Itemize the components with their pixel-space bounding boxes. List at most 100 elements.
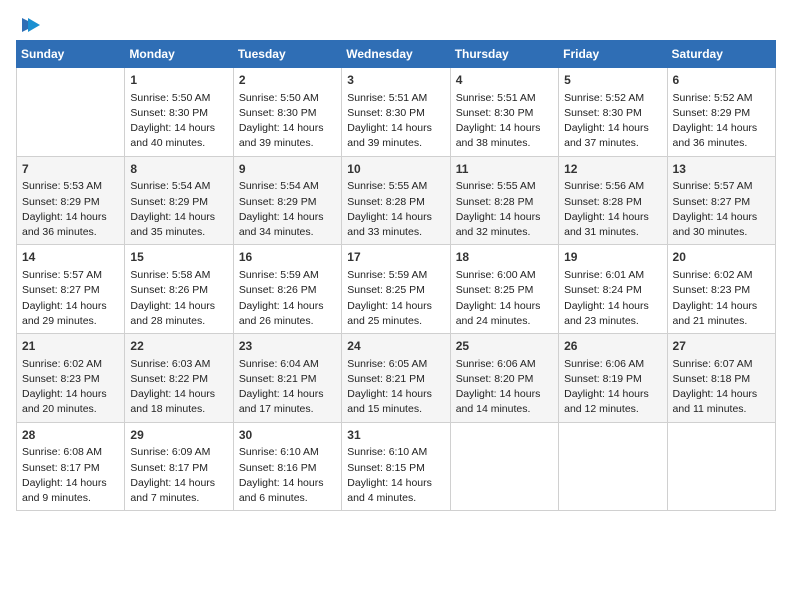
day-info: Sunrise: 6:07 AM Sunset: 8:18 PM Dayligh… <box>673 357 770 418</box>
logo-icon <box>18 14 40 36</box>
day-info: Sunrise: 6:04 AM Sunset: 8:21 PM Dayligh… <box>239 357 336 418</box>
calendar-day-cell: 2 Sunrise: 5:50 AM Sunset: 8:30 PM Daylig… <box>233 68 341 157</box>
calendar-day-cell: 29Sunrise: 6:09 AM Sunset: 8:17 PM Dayli… <box>125 422 233 511</box>
day-number: 25 <box>456 338 553 355</box>
calendar-day-cell <box>667 422 775 511</box>
calendar-week-row: 28Sunrise: 6:08 AM Sunset: 8:17 PM Dayli… <box>17 422 776 511</box>
calendar-table: SundayMondayTuesdayWednesdayThursdayFrid… <box>16 40 776 511</box>
day-number: 23 <box>239 338 336 355</box>
calendar-day-cell: 8Sunrise: 5:54 AM Sunset: 8:29 PM Daylig… <box>125 156 233 245</box>
calendar-week-row: 7Sunrise: 5:53 AM Sunset: 8:29 PM Daylig… <box>17 156 776 245</box>
calendar-day-cell: 19 Sunrise: 6:01 AM Sunset: 8:24 PM Dayli… <box>559 245 667 334</box>
calendar-day-cell: 17 Sunrise: 5:59 AM Sunset: 8:25 PM Dayli… <box>342 245 450 334</box>
day-info: Sunrise: 5:57 AM Sunset: 8:27 PM Dayligh… <box>673 179 770 240</box>
day-info: Sunrise: 6:09 AM Sunset: 8:17 PM Dayligh… <box>130 445 227 506</box>
day-info: Sunrise: 6:10 AM Sunset: 8:15 PM Dayligh… <box>347 445 444 506</box>
day-header-wednesday: Wednesday <box>342 41 450 68</box>
day-info: Sunrise: 5:57 AM Sunset: 8:27 PM Dayligh… <box>22 268 119 329</box>
day-header-thursday: Thursday <box>450 41 558 68</box>
calendar-day-cell: 4Sunrise: 5:51 AM Sunset: 8:30 PM Daylig… <box>450 68 558 157</box>
day-info: Sunrise: 5:56 AM Sunset: 8:28 PM Dayligh… <box>564 179 661 240</box>
day-info: Sunrise: 5:59 AM Sunset: 8:25 PM Dayligh… <box>347 268 444 329</box>
day-info: Sunrise: 5:50 AM Sunset: 8:30 PM Dayligh… <box>130 91 227 152</box>
day-number: 28 <box>22 427 119 444</box>
day-info: Sunrise: 6:02 AM Sunset: 8:23 PM Dayligh… <box>22 357 119 418</box>
day-info: Sunrise: 6:06 AM Sunset: 8:19 PM Dayligh… <box>564 357 661 418</box>
calendar-day-cell: 30Sunrise: 6:10 AM Sunset: 8:16 PM Dayli… <box>233 422 341 511</box>
day-header-monday: Monday <box>125 41 233 68</box>
calendar-week-row: 14 Sunrise: 5:57 AM Sunset: 8:27 PM Dayli… <box>17 245 776 334</box>
day-header-friday: Friday <box>559 41 667 68</box>
calendar-day-cell: 23 Sunrise: 6:04 AM Sunset: 8:21 PM Dayli… <box>233 334 341 423</box>
day-info: Sunrise: 6:00 AM Sunset: 8:25 PM Dayligh… <box>456 268 553 329</box>
day-number: 16 <box>239 249 336 266</box>
calendar-day-cell: 22 Sunrise: 6:03 AM Sunset: 8:22 PM Dayli… <box>125 334 233 423</box>
day-number: 24 <box>347 338 444 355</box>
calendar-day-cell <box>450 422 558 511</box>
calendar-day-cell: 1 Sunrise: 5:50 AM Sunset: 8:30 PM Daylig… <box>125 68 233 157</box>
calendar-week-row: 21 Sunrise: 6:02 AM Sunset: 8:23 PM Dayli… <box>17 334 776 423</box>
day-number: 10 <box>347 161 444 178</box>
day-info: Sunrise: 5:58 AM Sunset: 8:26 PM Dayligh… <box>130 268 227 329</box>
calendar-day-cell: 16 Sunrise: 5:59 AM Sunset: 8:26 PM Dayli… <box>233 245 341 334</box>
day-header-saturday: Saturday <box>667 41 775 68</box>
day-number: 7 <box>22 161 119 178</box>
day-number: 1 <box>130 72 227 89</box>
day-number: 13 <box>673 161 770 178</box>
calendar-day-cell: 7Sunrise: 5:53 AM Sunset: 8:29 PM Daylig… <box>17 156 125 245</box>
day-info: Sunrise: 6:06 AM Sunset: 8:20 PM Dayligh… <box>456 357 553 418</box>
calendar-day-cell: 13Sunrise: 5:57 AM Sunset: 8:27 PM Dayli… <box>667 156 775 245</box>
day-number: 19 <box>564 249 661 266</box>
day-header-sunday: Sunday <box>17 41 125 68</box>
day-number: 27 <box>673 338 770 355</box>
day-info: Sunrise: 5:53 AM Sunset: 8:29 PM Dayligh… <box>22 179 119 240</box>
day-number: 26 <box>564 338 661 355</box>
day-number: 8 <box>130 161 227 178</box>
calendar-day-cell: 20 Sunrise: 6:02 AM Sunset: 8:23 PM Dayli… <box>667 245 775 334</box>
calendar-day-cell: 10Sunrise: 5:55 AM Sunset: 8:28 PM Dayli… <box>342 156 450 245</box>
calendar-day-cell <box>559 422 667 511</box>
day-info: Sunrise: 6:02 AM Sunset: 8:23 PM Dayligh… <box>673 268 770 329</box>
calendar-header: SundayMondayTuesdayWednesdayThursdayFrid… <box>17 41 776 68</box>
calendar-day-cell: 26 Sunrise: 6:06 AM Sunset: 8:19 PM Dayli… <box>559 334 667 423</box>
calendar-week-row: 1 Sunrise: 5:50 AM Sunset: 8:30 PM Daylig… <box>17 68 776 157</box>
day-info: Sunrise: 5:55 AM Sunset: 8:28 PM Dayligh… <box>347 179 444 240</box>
logo <box>16 16 40 32</box>
day-info: Sunrise: 5:54 AM Sunset: 8:29 PM Dayligh… <box>130 179 227 240</box>
day-number: 5 <box>564 72 661 89</box>
day-info: Sunrise: 6:01 AM Sunset: 8:24 PM Dayligh… <box>564 268 661 329</box>
day-number: 17 <box>347 249 444 266</box>
day-header-tuesday: Tuesday <box>233 41 341 68</box>
day-info: Sunrise: 6:05 AM Sunset: 8:21 PM Dayligh… <box>347 357 444 418</box>
day-number: 20 <box>673 249 770 266</box>
day-info: Sunrise: 6:10 AM Sunset: 8:16 PM Dayligh… <box>239 445 336 506</box>
day-info: Sunrise: 5:59 AM Sunset: 8:26 PM Dayligh… <box>239 268 336 329</box>
calendar-day-cell: 9Sunrise: 5:54 AM Sunset: 8:29 PM Daylig… <box>233 156 341 245</box>
day-info: Sunrise: 5:54 AM Sunset: 8:29 PM Dayligh… <box>239 179 336 240</box>
calendar-day-cell: 3Sunrise: 5:51 AM Sunset: 8:30 PM Daylig… <box>342 68 450 157</box>
day-info: Sunrise: 5:50 AM Sunset: 8:30 PM Dayligh… <box>239 91 336 152</box>
day-number: 29 <box>130 427 227 444</box>
day-info: Sunrise: 6:08 AM Sunset: 8:17 PM Dayligh… <box>22 445 119 506</box>
calendar-day-cell: 24 Sunrise: 6:05 AM Sunset: 8:21 PM Dayli… <box>342 334 450 423</box>
day-number: 18 <box>456 249 553 266</box>
calendar-day-cell: 28Sunrise: 6:08 AM Sunset: 8:17 PM Dayli… <box>17 422 125 511</box>
calendar-day-cell: 25 Sunrise: 6:06 AM Sunset: 8:20 PM Dayli… <box>450 334 558 423</box>
calendar-day-cell: 11Sunrise: 5:55 AM Sunset: 8:28 PM Dayli… <box>450 156 558 245</box>
calendar-day-cell: 15Sunrise: 5:58 AM Sunset: 8:26 PM Dayli… <box>125 245 233 334</box>
calendar-day-cell: 18 Sunrise: 6:00 AM Sunset: 8:25 PM Dayli… <box>450 245 558 334</box>
calendar-day-cell: 5Sunrise: 5:52 AM Sunset: 8:30 PM Daylig… <box>559 68 667 157</box>
day-number: 2 <box>239 72 336 89</box>
calendar-day-cell <box>17 68 125 157</box>
day-number: 22 <box>130 338 227 355</box>
day-info: Sunrise: 6:03 AM Sunset: 8:22 PM Dayligh… <box>130 357 227 418</box>
calendar-day-cell: 14 Sunrise: 5:57 AM Sunset: 8:27 PM Dayli… <box>17 245 125 334</box>
day-number: 9 <box>239 161 336 178</box>
day-number: 14 <box>22 249 119 266</box>
day-info: Sunrise: 5:51 AM Sunset: 8:30 PM Dayligh… <box>347 91 444 152</box>
day-number: 21 <box>22 338 119 355</box>
day-number: 12 <box>564 161 661 178</box>
day-info: Sunrise: 5:55 AM Sunset: 8:28 PM Dayligh… <box>456 179 553 240</box>
day-number: 31 <box>347 427 444 444</box>
day-info: Sunrise: 5:52 AM Sunset: 8:29 PM Dayligh… <box>673 91 770 152</box>
